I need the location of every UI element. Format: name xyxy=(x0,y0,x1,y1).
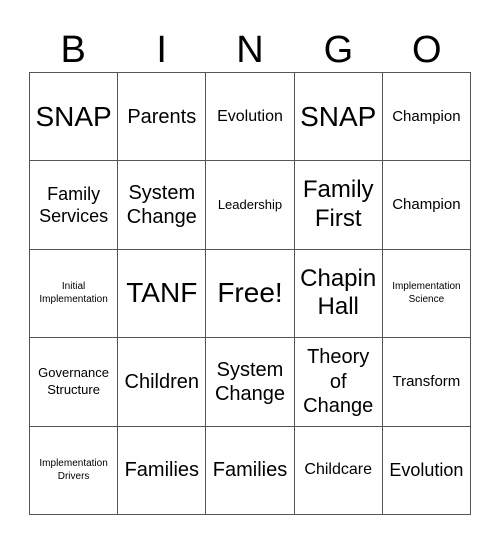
bingo-cell[interactable]: SNAP xyxy=(30,73,119,162)
bingo-cell[interactable]: Evolution xyxy=(206,73,295,162)
bingo-header: B I N G O xyxy=(29,28,471,72)
bingo-cell[interactable]: Initial Implementation xyxy=(30,249,119,339)
bingo-cell[interactable]: Champion xyxy=(382,73,471,162)
bingo-cell[interactable]: Implementation Science xyxy=(382,249,471,339)
bingo-card-grid: SNAP Parents Evolution SNAP Champion Family S… xyxy=(29,72,471,515)
bingo-cell[interactable]: Families xyxy=(206,426,295,515)
bingo-cell[interactable]: System Change xyxy=(206,338,295,427)
bingo-cell[interactable]: Champion xyxy=(382,161,471,250)
bingo-cell[interactable]: System Change xyxy=(118,161,207,250)
header-letter-b: B xyxy=(60,29,86,71)
bingo-cell[interactable]: Parents xyxy=(118,73,207,162)
bingo-cell[interactable]: Families xyxy=(118,426,207,515)
bingo-cell[interactable]: SNAP xyxy=(294,73,383,162)
bingo-cell[interactable]: TANF xyxy=(118,249,207,339)
bingo-cell[interactable]: Childcare xyxy=(294,426,383,515)
header-letter-n: N xyxy=(236,29,264,71)
header-letter-i: I xyxy=(156,29,167,71)
bingo-cell[interactable]: Family Services xyxy=(30,161,119,250)
bingo-cell[interactable]: Evolution xyxy=(382,426,471,515)
bingo-cell[interactable]: Transform xyxy=(382,338,471,427)
free-space-cell[interactable]: Free! xyxy=(206,249,295,339)
bingo-cell[interactable]: Children xyxy=(118,338,207,427)
bingo-cell[interactable]: Implementation Drivers xyxy=(30,426,119,515)
bingo-cell[interactable]: Chapin Hall xyxy=(294,249,383,339)
header-letter-g: G xyxy=(323,29,354,71)
bingo-cell[interactable]: Theory of Change xyxy=(294,338,383,427)
header-letter-o: O xyxy=(412,29,442,71)
bingo-cell[interactable]: Governance Structure xyxy=(30,338,119,427)
bingo-cell[interactable]: Leadership xyxy=(206,161,295,250)
bingo-cell[interactable]: Family First xyxy=(294,161,383,250)
